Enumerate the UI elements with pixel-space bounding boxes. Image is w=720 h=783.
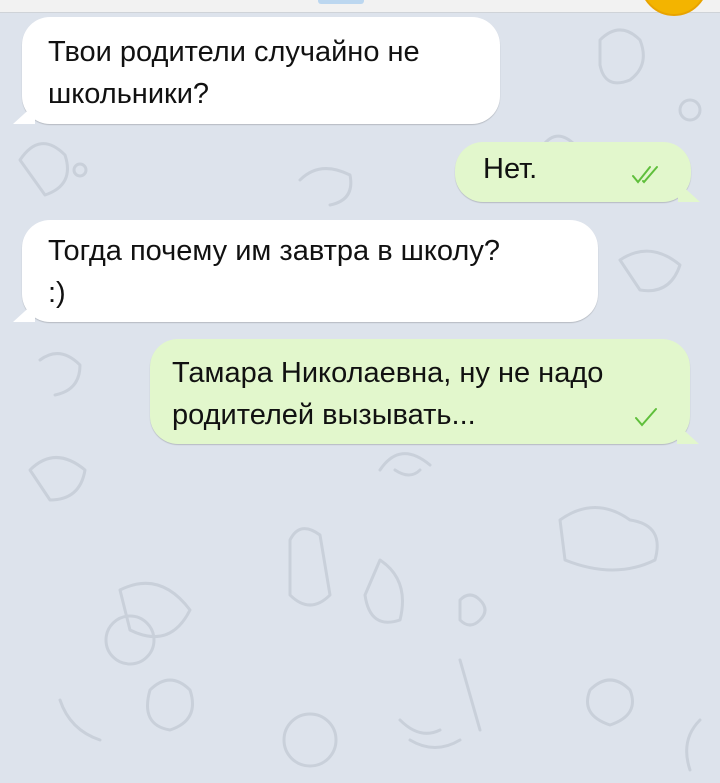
- message-text: Твои родители случайно не школьники?: [48, 36, 420, 110]
- double-check-icon: [632, 166, 658, 184]
- message-bubble-incoming[interactable]: Твои родители случайно не школьники?: [13, 17, 500, 124]
- check-icon: [635, 408, 657, 427]
- message-bubble-incoming[interactable]: Тогда почему им завтра в школу? :): [13, 220, 598, 322]
- message-bubble-outgoing[interactable]: Нет.: [455, 142, 700, 202]
- message-bubble-outgoing[interactable]: Тамара Николаевна, ну не надо родителей …: [150, 339, 699, 444]
- header-bar: [0, 0, 720, 13]
- message-text: Тамара Николаевна, ну не надо родителей …: [172, 357, 604, 431]
- message-text: Тогда почему им завтра в школу? :): [48, 235, 500, 309]
- header-title-stub: [318, 0, 364, 4]
